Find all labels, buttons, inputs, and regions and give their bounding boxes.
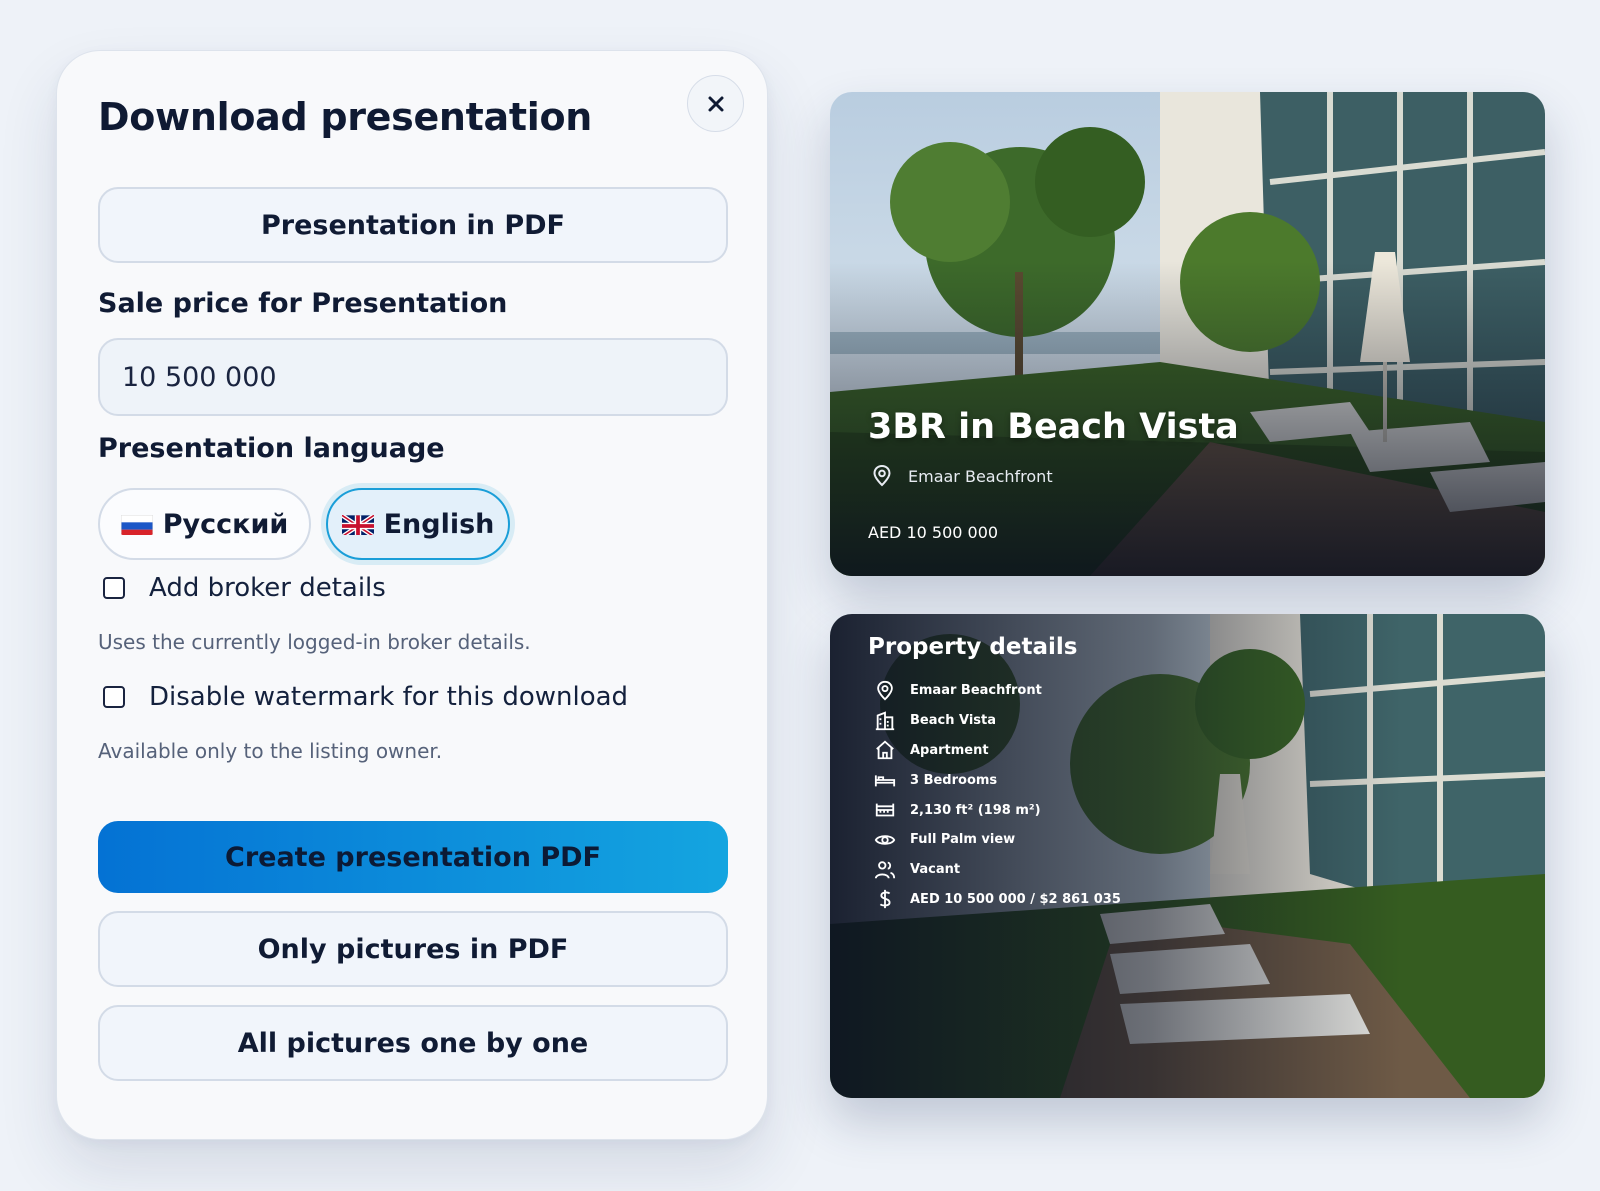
presentation-cover-preview: 3BR in Beach Vista Emaar Beachfront AED … xyxy=(830,92,1545,576)
close-button[interactable] xyxy=(687,75,744,132)
detail-text: 3 Bedrooms xyxy=(910,772,998,788)
details-list: Emaar Beachfront Beach Vista Apartment 3… xyxy=(874,676,1121,914)
language-option-english[interactable]: English xyxy=(326,488,510,560)
detail-text: AED 10 500 000 / $2 861 035 xyxy=(910,891,1121,907)
list-item: Emaar Beachfront xyxy=(874,676,1121,706)
cover-title: 3BR in Beach Vista xyxy=(868,407,1239,447)
only-pictures-pdf-button[interactable]: Only pictures in PDF xyxy=(98,911,728,987)
disable-watermark-checkbox[interactable] xyxy=(103,686,125,708)
broker-details-row[interactable]: Add broker details xyxy=(103,573,386,603)
ru-flag-icon xyxy=(120,513,153,535)
detail-text: Full Palm view xyxy=(910,832,1016,848)
detail-text: Beach Vista xyxy=(910,713,996,729)
broker-details-hint: Uses the currently logged-in broker deta… xyxy=(98,630,531,654)
list-item: AED 10 500 000 / $2 861 035 xyxy=(874,885,1121,915)
broker-details-checkbox[interactable] xyxy=(103,577,125,599)
building-icon xyxy=(875,711,895,730)
ruler-icon xyxy=(875,803,895,817)
eye-icon xyxy=(874,835,896,845)
list-item: 3 Bedrooms xyxy=(874,765,1121,795)
users-icon xyxy=(874,860,896,879)
language-option-label: English xyxy=(383,508,495,540)
dialog-title: Download presentation xyxy=(98,95,593,139)
broker-details-label: Add broker details xyxy=(149,573,386,603)
disable-watermark-label: Disable watermark for this download xyxy=(149,682,629,712)
cover-price: AED 10 500 000 xyxy=(868,523,999,542)
language-label: Presentation language xyxy=(98,433,445,464)
uk-flag-icon xyxy=(341,513,374,535)
detail-text: Vacant xyxy=(910,862,961,878)
language-option-label: Русский xyxy=(162,508,289,540)
watermark-hint: Available only to the listing owner. xyxy=(98,739,443,763)
detail-text: Emaar Beachfront xyxy=(910,683,1042,699)
presentation-pdf-button[interactable]: Presentation in PDF xyxy=(98,187,728,263)
create-presentation-button[interactable]: Create presentation PDF xyxy=(98,821,728,893)
list-item: Full Palm view xyxy=(874,825,1121,855)
close-icon xyxy=(708,96,723,111)
dollar-icon xyxy=(879,890,891,909)
list-item: Apartment xyxy=(874,736,1121,766)
list-item: Beach Vista xyxy=(874,706,1121,736)
detail-text: Apartment xyxy=(910,742,989,758)
bed-icon xyxy=(874,775,896,787)
detail-text: 2,130 ft² (198 m²) xyxy=(910,802,1041,818)
location-pin-icon xyxy=(877,680,893,701)
list-item: Vacant xyxy=(874,855,1121,885)
watermark-row[interactable]: Disable watermark for this download xyxy=(103,682,628,712)
home-icon xyxy=(876,741,894,760)
property-details-preview: Property details Emaar Beachfront Beach … xyxy=(830,614,1545,1098)
sale-price-input[interactable] xyxy=(98,338,728,416)
download-presentation-dialog: Download presentation Presentation in PD… xyxy=(56,50,768,1140)
location-pin-icon xyxy=(873,464,891,487)
details-title: Property details xyxy=(868,634,1078,660)
sale-price-label: Sale price for Presentation xyxy=(98,288,508,319)
cover-location-text: Emaar Beachfront xyxy=(908,466,1053,486)
language-option-russian[interactable]: Русский xyxy=(98,488,311,560)
property-photo xyxy=(830,92,1545,576)
all-pictures-button[interactable]: All pictures one by one xyxy=(98,1005,728,1081)
cover-location: Emaar Beachfront xyxy=(870,464,1053,488)
list-item: 2,130 ft² (198 m²) xyxy=(874,795,1121,825)
